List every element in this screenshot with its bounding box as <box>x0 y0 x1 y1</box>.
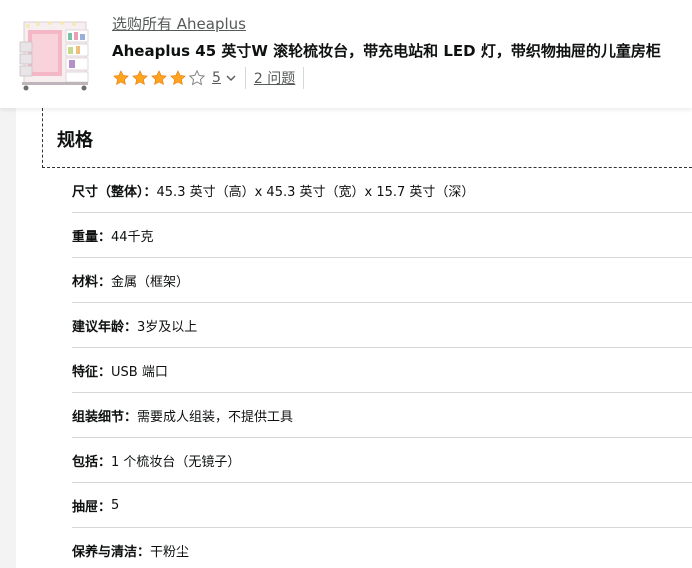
spec-label: 包括： <box>72 454 112 470</box>
spec-value: 44千克 <box>111 229 154 245</box>
spec-row: 重量： 44千克 <box>72 213 692 258</box>
star-icon <box>132 70 148 86</box>
spec-label: 尺寸（整体）： <box>72 184 157 200</box>
spec-value: 干粉尘 <box>150 545 190 560</box>
spec-label: 重量： <box>72 229 112 245</box>
spec-value: 3岁及以上 <box>137 319 198 335</box>
spec-row: 建议年龄： 3岁及以上 <box>72 303 692 348</box>
star-empty-icon <box>188 69 206 86</box>
spec-label: 组装细节： <box>72 409 138 425</box>
star-icon <box>113 70 129 86</box>
section-title: 规格 <box>57 130 93 151</box>
divider <box>303 67 305 89</box>
rating-value[interactable]: 5 <box>212 70 221 86</box>
spec-label: 保养与清洁： <box>72 545 151 560</box>
specifications-section: 规格 尺寸（整体）： 45.3 英寸（高）x 45.3 英寸（宽）x 15.7 … <box>42 108 692 568</box>
spec-row: 组装细节： 需要成人组装，不提供工具 <box>72 393 692 438</box>
product-header: 选购所有 Aheaplus Aheaplus 45 英寸W 滚轮梳妆台，带充电站… <box>0 0 692 108</box>
questions-link[interactable]: 2 问题 <box>254 68 295 88</box>
star-rating[interactable] <box>112 68 207 88</box>
spec-row: 包括： 1 个梳妆台（无镜子） <box>72 438 692 483</box>
divider <box>244 67 246 89</box>
star-icon <box>170 70 186 86</box>
spec-row: 材料： 金属（框架） <box>72 258 692 303</box>
spec-label: 特征： <box>72 364 112 380</box>
vanity-table-image <box>16 12 98 94</box>
spec-row: 特征： USB 端口 <box>72 348 692 393</box>
spec-row: 尺寸（整体）： 45.3 英寸（高）x 45.3 英寸（宽）x 15.7 英寸（… <box>72 168 692 213</box>
spec-label: 抽屉： <box>72 499 112 515</box>
spec-value: 5 <box>111 497 120 513</box>
spec-row: 保养与清洁： 干粉尘 <box>72 528 692 568</box>
spec-value: 1 个梳妆台（无镜子） <box>111 454 241 470</box>
spec-list: 尺寸（整体）： 45.3 英寸（高）x 45.3 英寸（宽）x 15.7 英寸（… <box>72 168 692 568</box>
product-thumbnail[interactable] <box>16 12 98 94</box>
star-icon <box>151 70 167 86</box>
specifications-header[interactable]: 规格 <box>42 108 692 168</box>
spec-value: USB 端口 <box>111 364 168 380</box>
spec-value: 需要成人组装，不提供工具 <box>137 409 294 425</box>
rating-row: 5 2 问题 <box>112 66 305 90</box>
spec-row: 抽屉： 5 <box>72 483 692 528</box>
spec-value: 45.3 英寸（高）x 45.3 英寸（宽）x 15.7 英寸（深） <box>156 184 475 200</box>
spec-label: 建议年龄： <box>72 319 138 335</box>
left-rail <box>0 108 16 568</box>
shop-all-link[interactable]: 选购所有 Aheaplus <box>112 13 246 34</box>
chevron-down-icon[interactable] <box>225 72 237 84</box>
spec-label: 材料： <box>72 274 112 290</box>
product-title: Aheaplus 45 英寸W 滚轮梳妆台，带充电站和 LED 灯，带织物抽屉的… <box>112 42 661 60</box>
spec-value: 金属（框架） <box>111 274 190 290</box>
